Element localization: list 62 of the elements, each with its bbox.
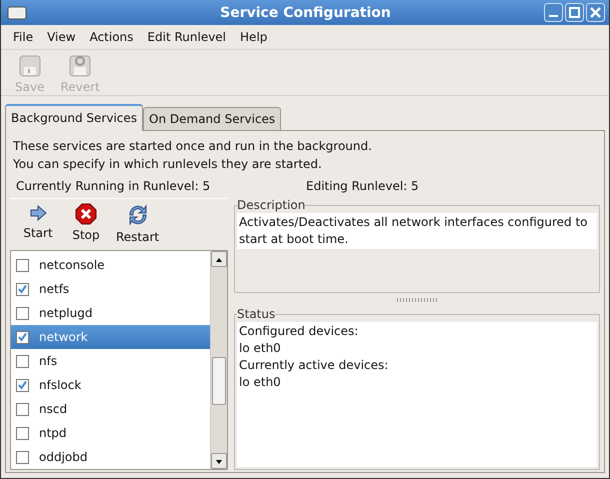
menu-item[interactable]: Actions bbox=[82, 30, 140, 44]
intro-text: You can specify in which runlevels they are started. bbox=[13, 156, 323, 173]
window-icon bbox=[7, 6, 27, 20]
menu-item[interactable]: Help bbox=[233, 30, 274, 44]
checkbox[interactable] bbox=[16, 402, 29, 416]
checkbox[interactable] bbox=[16, 450, 29, 464]
checkbox[interactable] bbox=[16, 258, 29, 272]
tab[interactable]: Background Services bbox=[5, 104, 144, 131]
floppy-undo-icon bbox=[68, 54, 92, 78]
pane-handle[interactable] bbox=[397, 298, 437, 302]
service-row[interactable]: network bbox=[11, 325, 210, 349]
service-row[interactable]: netplugd bbox=[11, 301, 210, 325]
status-text: lo eth0 bbox=[239, 340, 282, 357]
minimize-icon[interactable] bbox=[544, 3, 563, 22]
service-row[interactable]: netfs bbox=[11, 277, 210, 301]
status-text: lo eth0 bbox=[239, 374, 282, 391]
service-name: netconsole bbox=[39, 258, 105, 272]
arrow-icon bbox=[28, 203, 48, 223]
service-row[interactable]: ntpd bbox=[11, 421, 210, 445]
frame-title: Status bbox=[237, 307, 276, 321]
service-name: nscd bbox=[39, 402, 68, 416]
frame-title: Description bbox=[237, 198, 306, 212]
service-row[interactable]: nscd bbox=[11, 397, 210, 421]
close-icon[interactable] bbox=[586, 3, 605, 22]
scrollbar[interactable] bbox=[210, 251, 227, 469]
stop-icon bbox=[75, 203, 97, 225]
service-row[interactable]: nfs bbox=[11, 349, 210, 373]
checkbox[interactable] bbox=[16, 378, 29, 392]
action-button[interactable]: Start bbox=[16, 203, 60, 244]
menu-item[interactable]: Edit Runlevel bbox=[140, 30, 234, 44]
scroll-up-icon[interactable] bbox=[211, 251, 227, 267]
service-name: nfs bbox=[39, 354, 58, 368]
menu-item[interactable]: File bbox=[6, 30, 40, 44]
service-row[interactable]: netconsole bbox=[11, 253, 210, 277]
service-name: netfs bbox=[39, 282, 70, 296]
checkbox[interactable] bbox=[16, 426, 29, 440]
window-title: Service Configuration bbox=[219, 4, 392, 20]
maximize-icon[interactable] bbox=[565, 3, 584, 22]
editing-runlevel-label: Editing Runlevel: 5 bbox=[305, 178, 420, 195]
service-name: nfslock bbox=[39, 378, 82, 392]
service-name: ntpd bbox=[39, 426, 67, 440]
status-text: Currently active devices: bbox=[239, 357, 390, 374]
service-name: netplugd bbox=[39, 306, 92, 320]
menu-item[interactable]: View bbox=[40, 30, 83, 44]
service-row[interactable]: oddjobd bbox=[11, 445, 210, 469]
service-name: oddjobd bbox=[39, 450, 88, 464]
tab[interactable]: On Demand Services bbox=[143, 107, 282, 130]
service-row[interactable]: nfslock bbox=[11, 373, 210, 397]
status-text: Configured devices: bbox=[239, 323, 360, 340]
checkbox[interactable] bbox=[16, 282, 29, 296]
action-button[interactable]: Stop bbox=[64, 203, 108, 244]
scroll-down-icon[interactable] bbox=[211, 453, 227, 469]
service-name: network bbox=[39, 330, 88, 344]
scrollbar-thumb[interactable] bbox=[212, 357, 226, 405]
description-text: Activates/Deactivates all network interfaces configured to start at boot time. bbox=[237, 213, 597, 249]
checkbox[interactable] bbox=[16, 354, 29, 368]
floppy-icon bbox=[18, 54, 42, 78]
running-runlevel-label: Currently Running in Runlevel: 5 bbox=[15, 178, 212, 195]
checkbox[interactable] bbox=[16, 330, 29, 344]
action-button[interactable]: Restart bbox=[112, 203, 164, 244]
intro-text: These services are started once and run in the background. bbox=[13, 138, 373, 155]
checkbox[interactable] bbox=[16, 306, 29, 320]
